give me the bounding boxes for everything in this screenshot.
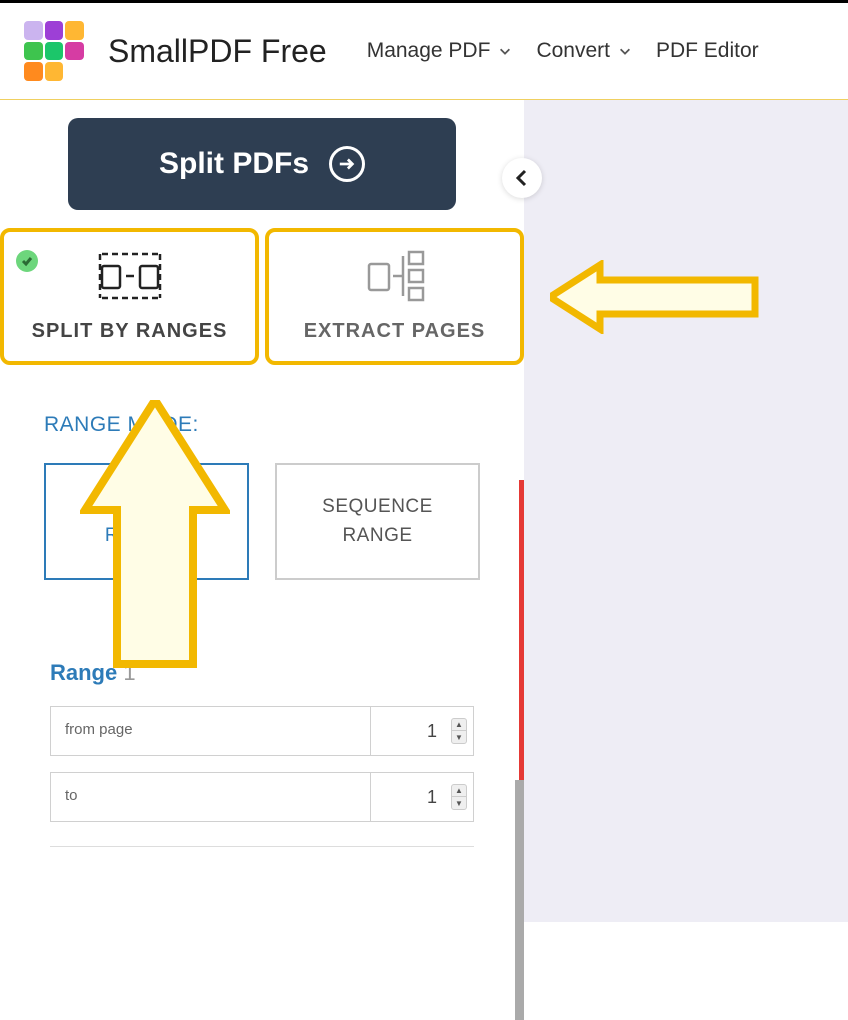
- chevron-down-icon: [618, 44, 632, 58]
- from-page-label: from page: [51, 707, 371, 755]
- from-page-value: 1: [371, 721, 445, 742]
- scrollbar-gray[interactable]: [515, 780, 524, 1020]
- tab-split-label: SPLIT BY RANGES: [32, 320, 228, 343]
- to-page-row: to 1 ▲ ▼: [50, 772, 474, 822]
- from-page-spinner: ▲ ▼: [451, 718, 467, 744]
- annotation-arrow-left: [550, 260, 760, 339]
- tab-extract-label: EXTRACT PAGES: [304, 320, 486, 343]
- to-page-spinner: ▲ ▼: [451, 784, 467, 810]
- collapse-panel-button[interactable]: [502, 158, 542, 198]
- from-page-row: from page 1 ▲ ▼: [50, 706, 474, 756]
- sequence-range-button[interactable]: SEQUENCE RANGE: [275, 463, 480, 580]
- app-header: SmallPDF Free Manage PDF Convert PDF Edi…: [0, 3, 848, 100]
- brand-name: SmallPDF Free: [108, 33, 327, 70]
- chevron-down-icon: [498, 44, 512, 58]
- split-pdfs-button[interactable]: Split PDFs: [68, 118, 456, 210]
- range-section: RANGE MODE: PERSONAL RANGES SEQUENCE RAN…: [0, 365, 524, 847]
- to-page-label: to: [51, 773, 371, 821]
- nav-convert[interactable]: Convert: [536, 39, 632, 63]
- nav-editor-label: PDF Editor: [656, 39, 759, 63]
- spinner-down-icon[interactable]: ▼: [452, 731, 466, 743]
- nav-manage-label: Manage PDF: [367, 39, 491, 63]
- check-icon: [16, 250, 38, 272]
- mode-tabs: SPLIT BY RANGES EXTRACT PAGES: [0, 228, 524, 365]
- split-button-label: Split PDFs: [159, 147, 309, 181]
- nav-convert-label: Convert: [536, 39, 610, 63]
- to-page-value: 1: [371, 787, 445, 808]
- chevron-left-icon: [514, 168, 530, 188]
- extract-pages-icon: [363, 246, 427, 306]
- from-page-input[interactable]: 1 ▲ ▼: [371, 707, 473, 755]
- main-nav: Manage PDF Convert PDF Editor: [367, 39, 759, 63]
- left-panel: Split PDFs: [0, 100, 524, 922]
- preview-panel: [524, 100, 848, 922]
- tab-split-by-ranges[interactable]: SPLIT BY RANGES: [0, 228, 259, 365]
- arrow-right-circle-icon: [329, 146, 365, 182]
- nav-pdf-editor[interactable]: PDF Editor: [656, 39, 759, 63]
- scrollbar-red[interactable]: [519, 480, 524, 780]
- spinner-up-icon[interactable]: ▲: [452, 719, 466, 731]
- range-1-group: Range 1 from page 1 ▲ ▼ to 1: [44, 660, 480, 847]
- divider: [50, 846, 474, 847]
- spinner-down-icon[interactable]: ▼: [452, 797, 466, 809]
- tab-extract-pages[interactable]: EXTRACT PAGES: [265, 228, 524, 365]
- to-page-input[interactable]: 1 ▲ ▼: [371, 773, 473, 821]
- nav-manage-pdf[interactable]: Manage PDF: [367, 39, 513, 63]
- spinner-up-icon[interactable]: ▲: [452, 785, 466, 797]
- split-ranges-icon: [98, 246, 162, 306]
- annotation-arrow-up: [80, 400, 230, 673]
- app-logo: [24, 21, 84, 81]
